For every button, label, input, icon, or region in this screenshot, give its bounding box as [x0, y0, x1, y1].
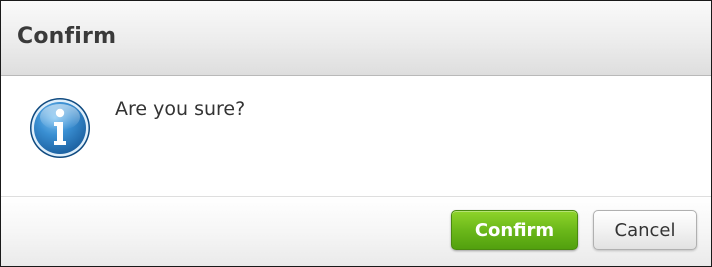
confirm-button[interactable]: Confirm [451, 210, 578, 250]
dialog-footer: Confirm Cancel [1, 196, 711, 266]
cancel-button[interactable]: Cancel [593, 210, 697, 250]
dialog-titlebar: Confirm [1, 1, 711, 76]
info-icon [29, 97, 91, 159]
dialog-body: Are you sure? [1, 76, 711, 196]
dialog-message: Are you sure? [115, 98, 246, 120]
dialog-title: Confirm [17, 24, 117, 49]
confirm-dialog: Confirm Are you sure? Confirm Cancel [0, 0, 712, 267]
